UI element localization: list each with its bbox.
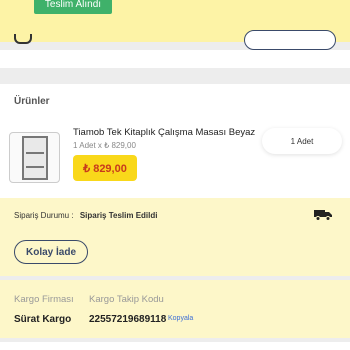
divider-band [0, 50, 350, 68]
bottom-band [0, 342, 350, 350]
header-action-button[interactable] [244, 30, 336, 50]
delivery-icon [14, 34, 32, 44]
products-title: Ürünler [14, 96, 50, 107]
order-status-value: Sipariş Teslim Edildi [79, 211, 158, 220]
product-name[interactable]: Tiamob Tek Kitaplık Çalışma Masası Beyaz [73, 127, 255, 138]
order-status-label: Sipariş Durumu : [14, 211, 74, 220]
cargo-tracking-code: 22557219689118 [89, 314, 167, 325]
cargo-section [0, 280, 350, 338]
order-status-line: Sipariş Durumu : Sipariş Teslim Edildi [14, 211, 157, 220]
order-header-band: Teslim Alındı [0, 0, 350, 50]
copy-tracking-link[interactable]: Kopyala [168, 315, 193, 322]
cargo-company-name: Sürat Kargo [14, 314, 72, 325]
bookshelf-desk-icon [21, 135, 48, 180]
product-image[interactable] [9, 132, 60, 183]
truck-icon [314, 210, 332, 221]
cargo-company-label: Kargo Firması [14, 294, 74, 305]
product-qty-price: 1 Adet x ₺ 829,00 [73, 141, 136, 150]
easy-return-button[interactable]: Kolay İade [14, 240, 88, 264]
status-pill: Teslim Alındı [34, 0, 112, 14]
order-status-section [0, 198, 350, 276]
cargo-tracking-label: Kargo Takip Kodu [89, 294, 164, 305]
price-badge: ₺ 829,00 [73, 155, 137, 181]
quantity-pill: 1 Adet [262, 128, 342, 154]
